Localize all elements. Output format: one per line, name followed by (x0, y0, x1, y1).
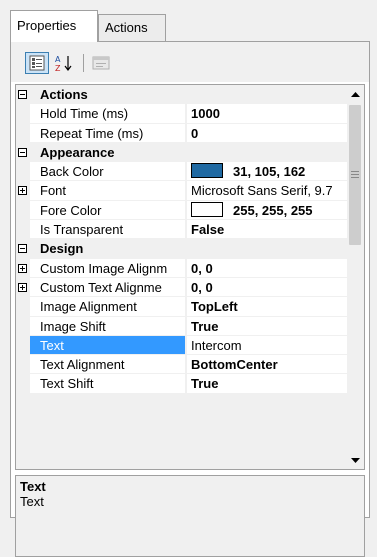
property-row[interactable]: Custom Image Alignm 0, 0 (16, 258, 348, 278)
property-value[interactable]: True (187, 316, 348, 336)
sort-alphabetical-button[interactable]: A Z (53, 52, 77, 74)
property-grid: Actions Hold Time (ms) 1000 Repeat Time … (15, 84, 365, 470)
expand-icon[interactable] (18, 186, 27, 196)
property-row[interactable]: Image Shift True (16, 316, 348, 336)
collapse-icon[interactable] (18, 244, 27, 254)
property-row[interactable]: Text Alignment BottomCenter (16, 355, 348, 375)
property-name: Image Alignment (30, 297, 185, 317)
property-name: Is Transparent (30, 220, 185, 240)
property-value[interactable]: 31, 105, 162 (187, 162, 348, 182)
tab-properties[interactable]: Properties (10, 10, 98, 42)
category-actions[interactable]: Actions (16, 85, 348, 105)
color-swatch (191, 201, 223, 217)
property-value[interactable]: 0 (187, 123, 348, 143)
property-row[interactable]: Image Alignment TopLeft (16, 297, 348, 317)
svg-text:Z: Z (55, 64, 61, 72)
property-row[interactable]: Hold Time (ms) 1000 (16, 104, 348, 124)
property-name: Image Shift (30, 316, 185, 336)
property-row[interactable]: Text Shift True (16, 374, 348, 394)
property-pages-icon (92, 56, 110, 70)
property-row[interactable]: Back Color 31, 105, 162 (16, 162, 348, 182)
expand-icon[interactable] (18, 282, 27, 292)
tab-strip: Properties Actions (10, 10, 370, 42)
property-name: Fore Color (30, 200, 185, 221)
chevron-up-icon (351, 91, 360, 97)
chevron-down-icon (351, 457, 360, 463)
property-name: Text Shift (30, 374, 185, 394)
expand-icon[interactable] (18, 263, 27, 273)
property-value[interactable]: BottomCenter (187, 355, 348, 375)
property-name: Back Color (30, 162, 185, 182)
property-pages-button[interactable] (89, 52, 113, 74)
help-description: Text (20, 494, 44, 509)
help-pane: Text Text (15, 475, 365, 557)
scroll-up-button[interactable] (347, 85, 364, 102)
property-row[interactable]: Fore Color 255, 255, 255 (16, 200, 348, 221)
collapse-icon[interactable] (18, 90, 27, 99)
property-grid-toolbar: A Z (11, 42, 369, 82)
categorized-icon (29, 55, 45, 71)
property-value[interactable]: Microsoft Sans Serif, 9.7 (187, 181, 348, 201)
property-row[interactable]: Repeat Time (ms) 0 (16, 123, 348, 143)
category-design[interactable]: Design (16, 239, 348, 259)
color-swatch (191, 163, 223, 179)
tab-actions[interactable]: Actions (98, 14, 166, 41)
property-value[interactable]: 255, 255, 255 (187, 200, 348, 221)
collapse-icon[interactable] (18, 147, 27, 157)
toolbar-separator (83, 54, 84, 72)
property-name: Font (30, 181, 185, 201)
category-appearance[interactable]: Appearance (16, 142, 348, 163)
property-name: Custom Text Alignme (30, 277, 185, 298)
property-name: Custom Image Alignm (30, 258, 185, 278)
scroll-down-button[interactable] (347, 452, 364, 469)
property-name: Text Alignment (30, 355, 185, 375)
property-row[interactable]: Is Transparent False (16, 220, 348, 240)
property-value[interactable]: TopLeft (187, 297, 348, 317)
property-name: Text (30, 335, 185, 356)
property-value[interactable]: 1000 (187, 104, 348, 124)
property-value[interactable]: 0, 0 (187, 277, 348, 298)
categorized-button[interactable] (25, 52, 49, 74)
sort-alphabetical-icon: A Z (55, 55, 72, 72)
vertical-scrollbar[interactable] (347, 85, 364, 469)
property-rows: Actions Hold Time (ms) 1000 Repeat Time … (16, 85, 348, 394)
svg-text:A: A (55, 55, 61, 64)
property-name: Hold Time (ms) (30, 104, 185, 124)
property-value[interactable]: 0, 0 (187, 258, 348, 278)
property-name: Repeat Time (ms) (30, 123, 185, 143)
grip-icon (351, 171, 359, 180)
property-row[interactable]: Custom Text Alignme 0, 0 (16, 277, 348, 298)
property-row[interactable]: Font Microsoft Sans Serif, 9.7 (16, 181, 348, 201)
help-title: Text (20, 479, 46, 494)
properties-panel: A Z Actions Hold Time (ms) 1000 Repeat T… (10, 42, 370, 557)
property-value[interactable]: True (187, 374, 348, 394)
property-row-selected[interactable]: Text Intercom (16, 335, 348, 356)
property-value[interactable]: False (187, 220, 348, 240)
property-value-input[interactable]: Intercom (187, 335, 348, 356)
